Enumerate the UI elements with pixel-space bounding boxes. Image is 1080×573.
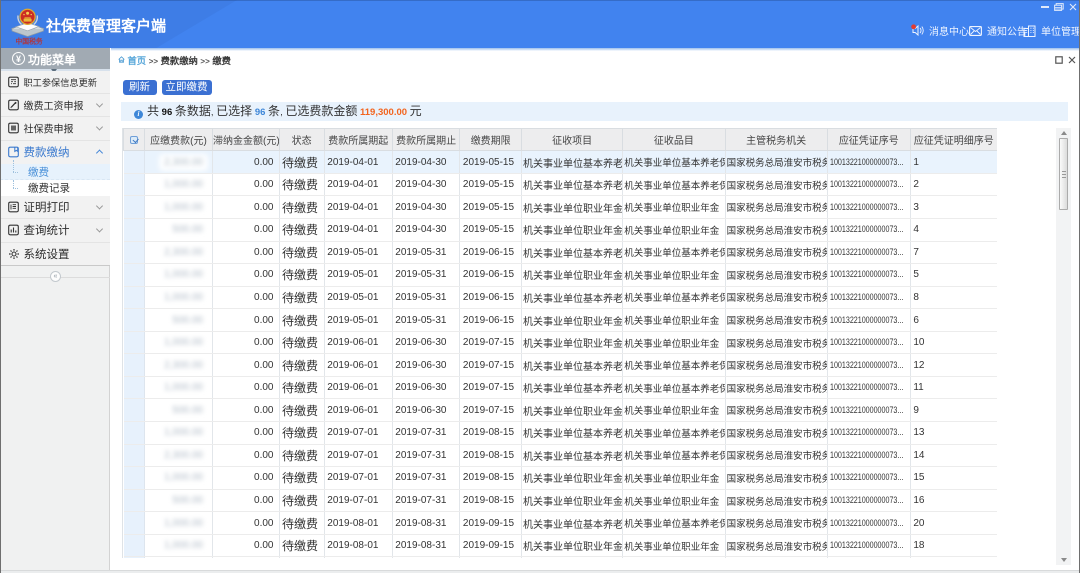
svg-text:中国税务: 中国税务 [16, 37, 43, 46]
